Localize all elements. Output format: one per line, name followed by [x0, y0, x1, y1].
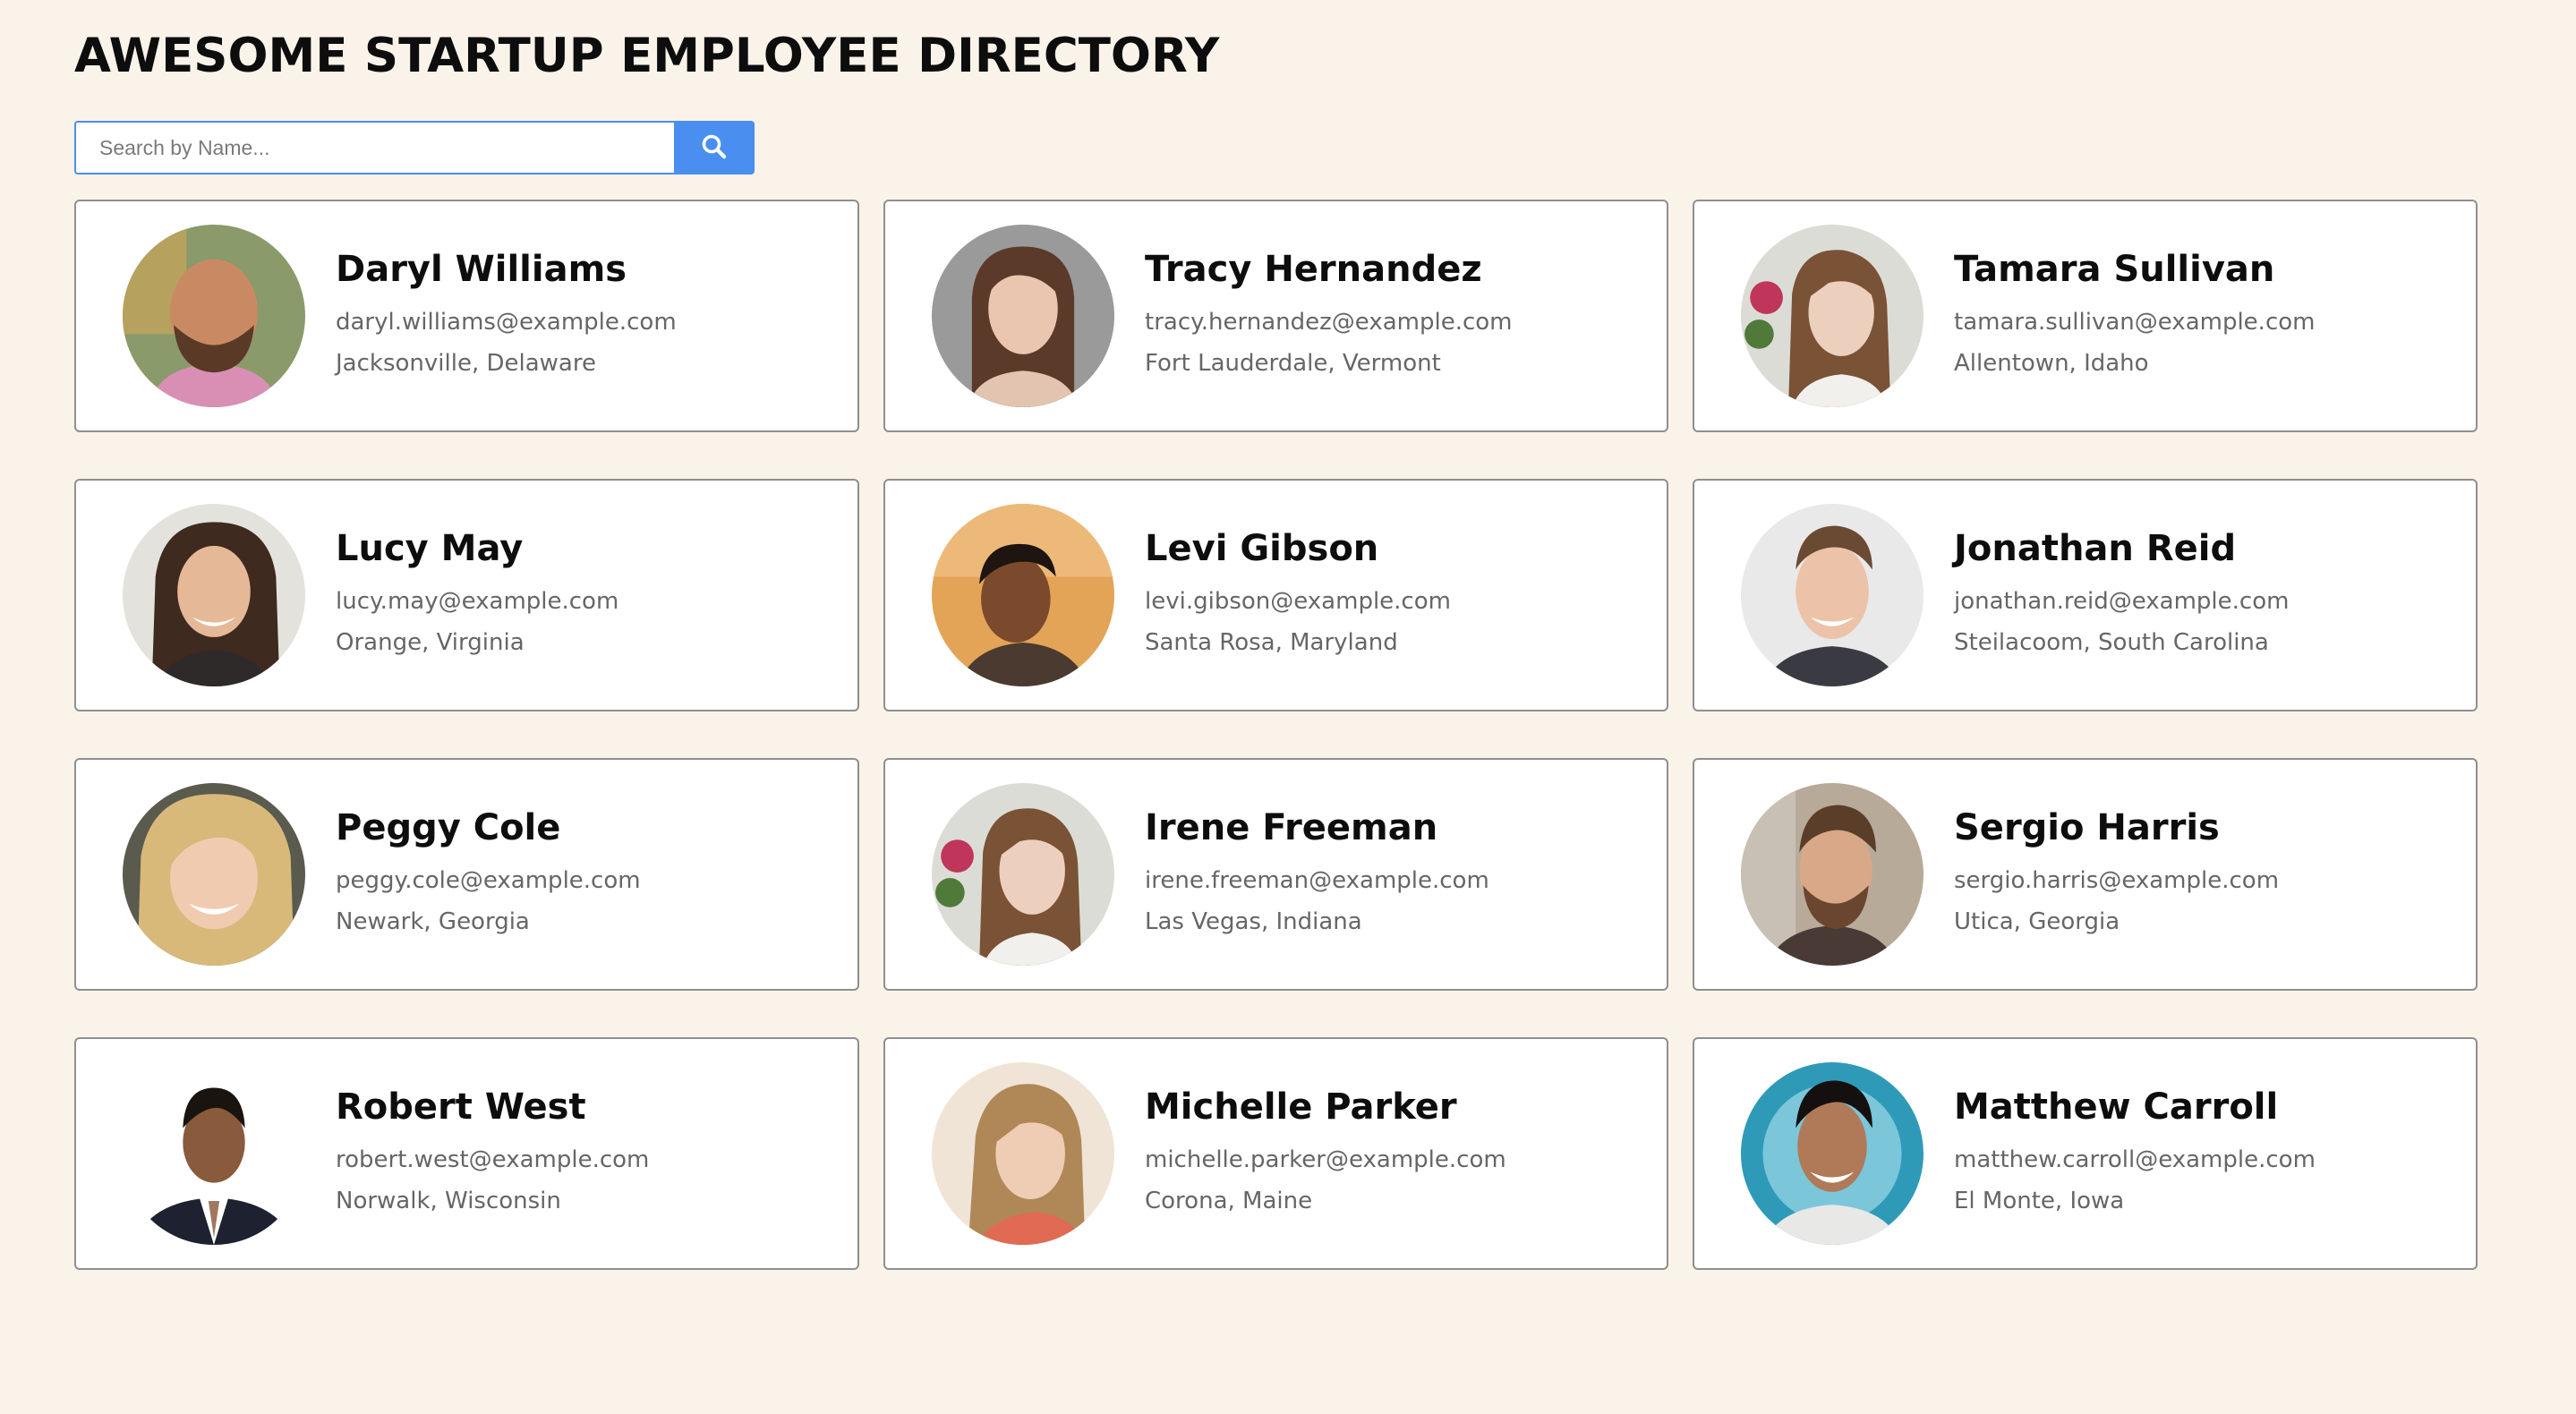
- employee-name: Michelle Parker: [1145, 1086, 1457, 1128]
- employee-email: irene.freeman@example.com: [1145, 867, 1489, 894]
- employee-card: Irene Freeman irene.freeman@example.com …: [883, 758, 1668, 991]
- employee-card: Jonathan Reid jonathan.reid@example.com …: [1693, 479, 2478, 711]
- employee-name: Lucy May: [336, 528, 524, 569]
- avatar: [932, 504, 1114, 686]
- employee-grid: Daryl Williams daryl.williams@example.co…: [74, 200, 2478, 1270]
- avatar: [123, 504, 305, 686]
- avatar: [1741, 225, 1923, 407]
- employee-card: Peggy Cole peggy.cole@example.com Newark…: [74, 758, 859, 991]
- employee-name: Tracy Hernandez: [1145, 249, 1482, 290]
- employee-location: Jacksonville, Delaware: [336, 350, 596, 377]
- employee-card: Michelle Parker michelle.parker@example.…: [883, 1037, 1668, 1270]
- employee-email: matthew.carroll@example.com: [1954, 1146, 2316, 1173]
- avatar: [123, 225, 305, 407]
- employee-location: Norwalk, Wisconsin: [336, 1188, 561, 1214]
- employee-location: Santa Rosa, Maryland: [1145, 629, 1398, 656]
- employee-card: Matthew Carroll matthew.carroll@example.…: [1693, 1037, 2478, 1270]
- employee-email: tracy.hernandez@example.com: [1145, 309, 1513, 336]
- employee-email: tamara.sullivan@example.com: [1954, 309, 2316, 336]
- employee-name: Jonathan Reid: [1954, 528, 2237, 569]
- employee-info: Sergio Harris sergio.harris@example.com …: [1954, 805, 2279, 942]
- search-icon: [701, 133, 728, 163]
- search-button[interactable]: [674, 121, 755, 175]
- employee-card: Tracy Hernandez tracy.hernandez@example.…: [883, 200, 1668, 432]
- employee-card: Sergio Harris sergio.harris@example.com …: [1693, 758, 2478, 991]
- employee-name: Irene Freeman: [1145, 807, 1438, 848]
- employee-email: jonathan.reid@example.com: [1954, 588, 2290, 615]
- employee-info: Irene Freeman irene.freeman@example.com …: [1145, 805, 1489, 942]
- search-input[interactable]: [74, 121, 674, 175]
- avatar: [1741, 1062, 1923, 1245]
- employee-location: El Monte, Iowa: [1954, 1188, 2125, 1214]
- employee-location: Utica, Georgia: [1954, 908, 2120, 935]
- employee-info: Lucy May lucy.may@example.com Orange, Vi…: [336, 525, 618, 663]
- employee-info: Peggy Cole peggy.cole@example.com Newark…: [336, 805, 641, 942]
- avatar: [1741, 504, 1923, 686]
- page: AWESOME STARTUP EMPLOYEE DIRECTORY Searc…: [74, 25, 2478, 1270]
- avatar: [1741, 783, 1923, 966]
- employee-name: Tamara Sullivan: [1954, 249, 2275, 290]
- page-title: AWESOME STARTUP EMPLOYEE DIRECTORY: [74, 29, 1220, 83]
- avatar: [932, 225, 1114, 407]
- employee-location: Newark, Georgia: [336, 908, 530, 935]
- employee-info: Matthew Carroll matthew.carroll@example.…: [1954, 1084, 2316, 1222]
- employee-card: Daryl Williams daryl.williams@example.co…: [74, 200, 859, 432]
- employee-card: Robert West robert.west@example.com Norw…: [74, 1037, 859, 1270]
- employee-info: Levi Gibson levi.gibson@example.com Sant…: [1145, 525, 1451, 663]
- employee-info: Michelle Parker michelle.parker@example.…: [1145, 1084, 1506, 1222]
- employee-name: Peggy Cole: [336, 807, 561, 848]
- avatar: [932, 1062, 1114, 1245]
- employee-location: Fort Lauderdale, Vermont: [1145, 350, 1441, 377]
- employee-name: Levi Gibson: [1145, 528, 1379, 569]
- employee-email: peggy.cole@example.com: [336, 867, 641, 894]
- employee-card: Levi Gibson levi.gibson@example.com Sant…: [883, 479, 1668, 711]
- employee-name: Daryl Williams: [336, 249, 627, 290]
- employee-email: lucy.may@example.com: [336, 588, 619, 615]
- employee-location: Steilacoom, South Carolina: [1954, 629, 2269, 656]
- employee-email: daryl.williams@example.com: [336, 309, 677, 336]
- employee-info: Jonathan Reid jonathan.reid@example.com …: [1954, 525, 2289, 663]
- employee-card: Lucy May lucy.may@example.com Orange, Vi…: [74, 479, 859, 711]
- avatar: [123, 783, 305, 966]
- employee-info: Robert West robert.west@example.com Norw…: [336, 1084, 649, 1222]
- employee-info: Tamara Sullivan tamara.sullivan@example.…: [1954, 246, 2315, 384]
- employee-name: Matthew Carroll: [1954, 1086, 2279, 1128]
- employee-email: levi.gibson@example.com: [1145, 588, 1451, 615]
- avatar: [932, 783, 1114, 966]
- employee-email: michelle.parker@example.com: [1145, 1146, 1506, 1173]
- employee-info: Daryl Williams daryl.williams@example.co…: [336, 246, 677, 384]
- employee-location: Las Vegas, Indiana: [1145, 908, 1362, 935]
- employee-email: sergio.harris@example.com: [1954, 867, 2280, 894]
- employee-location: Corona, Maine: [1145, 1188, 1313, 1214]
- employee-card: Tamara Sullivan tamara.sullivan@example.…: [1693, 200, 2478, 432]
- employee-location: Allentown, Idaho: [1954, 350, 2149, 377]
- employee-location: Orange, Virginia: [336, 629, 525, 656]
- employee-email: robert.west@example.com: [336, 1146, 650, 1173]
- employee-info: Tracy Hernandez tracy.hernandez@example.…: [1145, 246, 1513, 384]
- avatar: [123, 1062, 305, 1245]
- employee-name: Sergio Harris: [1954, 807, 2220, 848]
- employee-name: Robert West: [336, 1086, 586, 1128]
- search-bar: [74, 121, 755, 175]
